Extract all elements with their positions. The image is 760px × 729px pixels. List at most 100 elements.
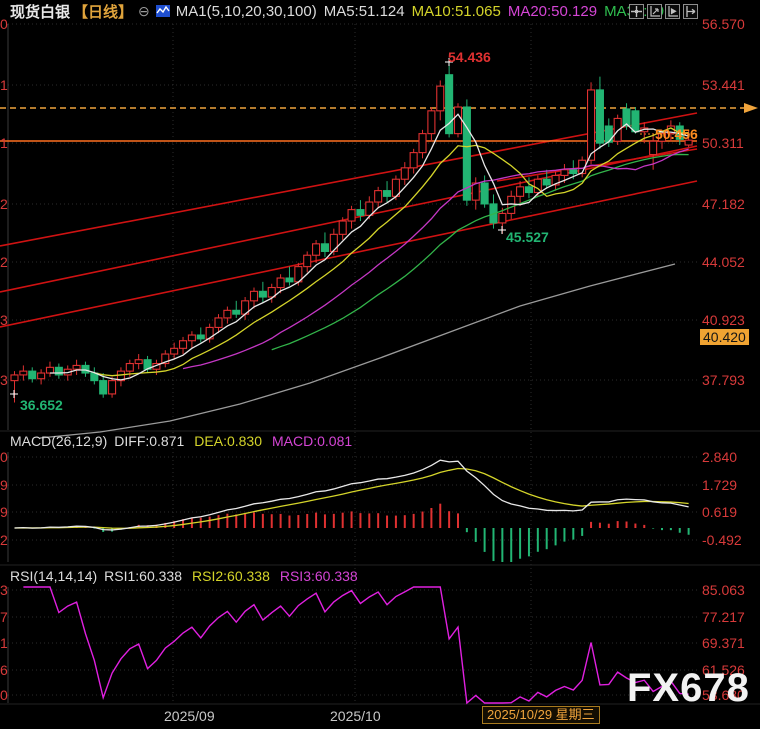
axis-play-icon[interactable] [665, 4, 680, 19]
candle [82, 365, 89, 373]
candle [614, 118, 621, 141]
price-axis-label: 47.182 [702, 196, 745, 212]
axis-zoom-in-icon[interactable] [647, 4, 662, 19]
date-axis-label: 2025/09 [164, 708, 215, 724]
macd-axis-label: 0.619 [702, 504, 737, 520]
candle [20, 371, 27, 375]
pan-right-icon[interactable] [683, 4, 698, 19]
candle [588, 90, 595, 160]
symbol-name: 现货白银 [10, 1, 70, 22]
period-label: 【日线】 [73, 1, 133, 22]
candle [73, 365, 80, 369]
rsi-axis-label: 77.217 [702, 609, 745, 625]
chart-toolbar [629, 4, 698, 19]
candle [55, 367, 62, 375]
candle [286, 278, 293, 282]
left-axis-digit: 0 [0, 449, 9, 465]
left-axis-digit: 3 [0, 312, 9, 328]
price-annotation: 54.436 [448, 49, 491, 65]
rsi-axis-label: 85.063 [702, 582, 745, 598]
macd-axis-label: 1.729 [702, 477, 737, 493]
candle [525, 187, 532, 193]
candle [472, 183, 479, 200]
ma100-line [40, 264, 675, 438]
price-axis-label: 37.793 [702, 372, 745, 388]
move-crosshair-icon[interactable] [629, 4, 644, 19]
candle [419, 134, 426, 153]
candle [188, 335, 195, 341]
candle [330, 234, 337, 251]
candle [215, 318, 222, 328]
price-axis-label: 40.923 [702, 312, 745, 328]
candle [455, 107, 462, 134]
candle [250, 291, 257, 301]
ma10-value: MA10:51.065 [412, 3, 501, 20]
left-axis-digit: 1 [0, 635, 9, 651]
left-axis-digit: 7 [0, 609, 9, 625]
macd-axis-label: 2.840 [702, 449, 737, 465]
rsi-title: RSI(14,14,14) [10, 568, 97, 584]
left-axis-digit: 2 [0, 254, 9, 270]
price-axis-label: 44.052 [702, 254, 745, 270]
candle [38, 373, 45, 379]
rsi1-value: RSI1:60.338 [104, 568, 182, 584]
candle [135, 360, 142, 364]
left-axis-digit: 9 [0, 504, 9, 520]
candle [561, 170, 568, 176]
macd-title: MACD(26,12,9) [10, 433, 107, 449]
collapse-icon[interactable]: ⊖ [138, 3, 150, 20]
candle [499, 213, 506, 223]
watermark: FX678 [627, 666, 750, 711]
left-axis-digit: 6 [0, 662, 9, 678]
alert-arrow-icon [744, 103, 758, 113]
left-axis-digit: 1 [0, 77, 9, 93]
trendline[interactable] [0, 181, 697, 327]
price-axis-highlight: 40.420 [700, 329, 749, 345]
candle [401, 168, 408, 179]
price-annotation: 45.527 [506, 229, 549, 245]
mini-chart-icon [156, 4, 170, 18]
ma-settings-label: MA1(5,10,20,30,100) [176, 3, 317, 20]
price-annotation: 36.652 [20, 397, 63, 413]
candle [357, 210, 364, 216]
candle [348, 210, 355, 221]
candle [570, 170, 577, 174]
candle [632, 111, 639, 132]
candle [481, 183, 488, 204]
candle [100, 381, 107, 394]
left-axis-digit: 2 [0, 196, 9, 212]
ma20-value: MA20:50.129 [508, 3, 597, 20]
candle [428, 111, 435, 134]
left-axis-digit: 3 [0, 372, 9, 388]
macd-header: MACD(26,12,9) DIFF:0.871 DEA:0.830 MACD:… [0, 432, 352, 450]
candle [259, 291, 266, 297]
candle [410, 153, 417, 168]
candle [596, 90, 603, 143]
candle [321, 244, 328, 252]
candle [171, 348, 178, 354]
rsi2-value: RSI2:60.338 [192, 568, 270, 584]
chart-canvas[interactable] [0, 0, 760, 729]
macd-macd-value: MACD:0.081 [272, 433, 352, 449]
left-axis-digit: 0 [0, 687, 9, 703]
left-axis-digit: 1 [0, 135, 9, 151]
chart-window: 现货白银 【日线】 ⊖ MA1(5,10,20,30,100) MA5:51.1… [0, 0, 760, 729]
candle [277, 278, 284, 288]
candle [517, 187, 524, 197]
candle [180, 341, 187, 349]
candle [29, 371, 36, 379]
candle [109, 381, 116, 394]
candle [46, 367, 53, 373]
date-axis-label: 2025/10 [330, 708, 381, 724]
candle [437, 86, 444, 111]
candle [197, 335, 204, 339]
rsi-axis-label: 69.371 [702, 635, 745, 651]
macd-diff-value: DIFF:0.871 [114, 433, 184, 449]
macd-axis-label: -0.492 [702, 532, 742, 548]
candle [313, 244, 320, 255]
ma5-value: MA5:51.124 [324, 3, 405, 20]
candle [126, 364, 133, 372]
candle [224, 310, 231, 318]
date-axis-highlight: 2025/10/29 星期三 [482, 706, 600, 724]
candle [11, 375, 18, 381]
